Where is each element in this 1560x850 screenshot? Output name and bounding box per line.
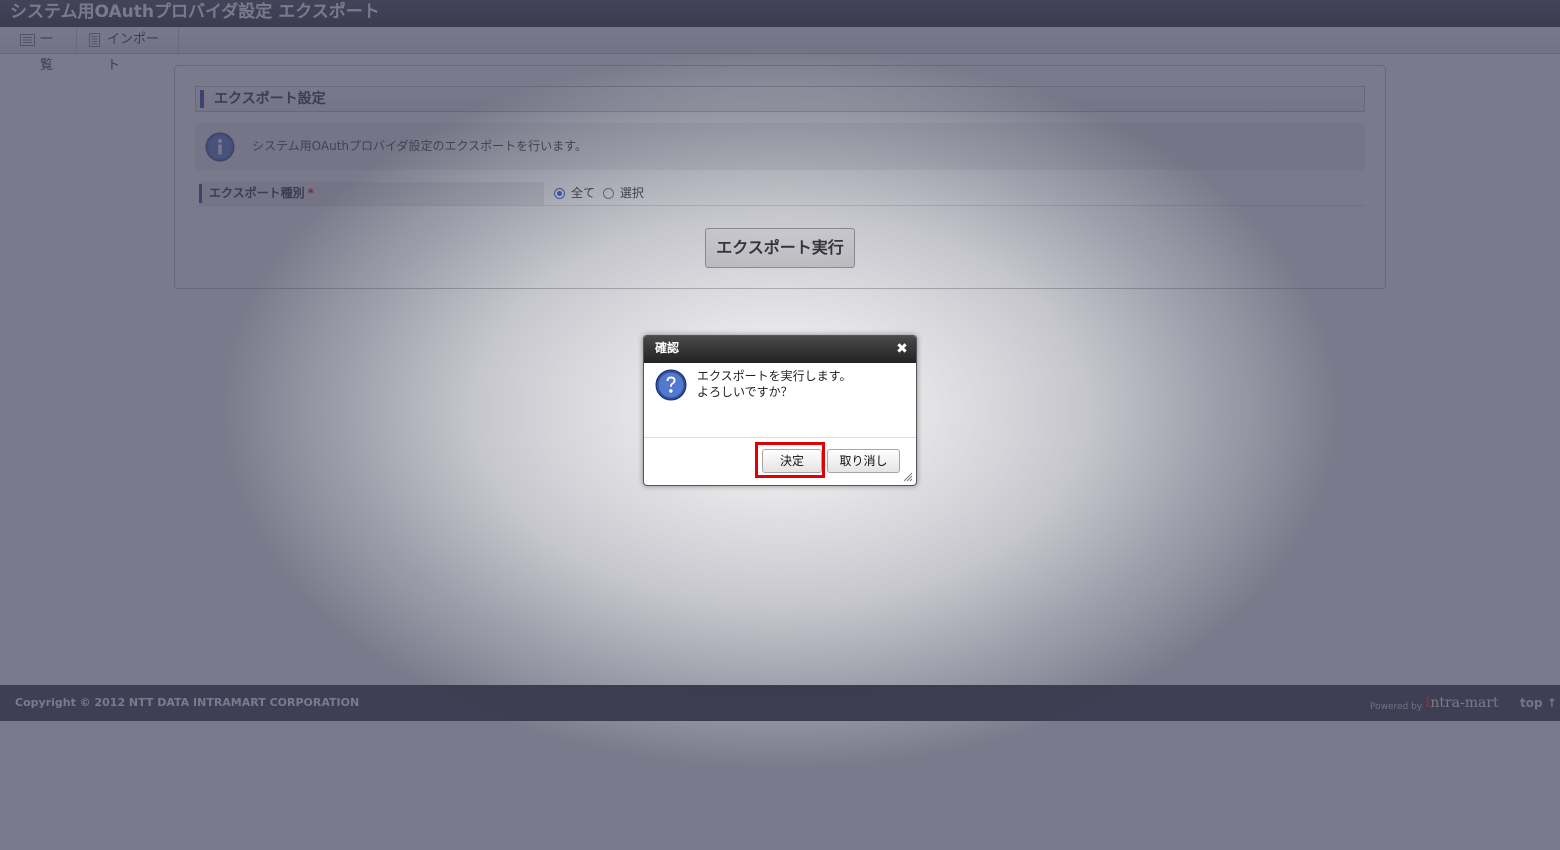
radio-all-label[interactable]: 全て [571, 186, 595, 200]
section-title: エクスポート設定 [195, 86, 1365, 112]
toolbar-import-button[interactable]: インポート [77, 27, 179, 73]
toolbar-import-label: インポート [107, 32, 160, 73]
toolbar-list-label: 一覧 [40, 32, 54, 73]
resize-grip-icon[interactable] [903, 472, 913, 482]
list-icon [20, 34, 35, 46]
cancel-button[interactable]: 取り消し [827, 449, 900, 473]
radio-all[interactable] [554, 188, 565, 199]
copyright-text: Copyright © 2012 NTT DATA INTRAMART CORP… [15, 696, 360, 709]
page: システム用OAuthプロバイダ設定 エクスポート 一覧 インポート エクスポート… [0, 0, 1560, 850]
export-type-label: エクスポート種別 * [199, 182, 544, 205]
page-title: システム用OAuthプロバイダ設定 エクスポート [0, 0, 1560, 27]
question-icon [655, 369, 687, 401]
dialog-divider [644, 437, 916, 438]
dialog-message: エクスポートを実行します。 よろしいですか？ [697, 368, 851, 400]
confirm-dialog: 確認 ✖ エクスポートを実行します。 よろしいですか？ 決定 取り消し [643, 335, 917, 486]
radio-select[interactable] [602, 188, 614, 199]
toolbar: 一覧 インポート [0, 27, 1560, 73]
info-box: システム用OAuthプロバイダ設定のエクスポートを行います。 [195, 123, 1365, 170]
dialog-titlebar[interactable]: 確認 [644, 336, 916, 363]
export-settings-card: エクスポート設定 システム用OAuthプロバイダ設定のエクスポートを行います。 … [174, 65, 1386, 289]
info-text: システム用OAuthプロバイダ設定のエクスポートを行います。 [252, 139, 587, 153]
dialog-message-line2: よろしいですか？ [697, 385, 793, 399]
dialog-message-line1: エクスポートを実行します。 [697, 369, 852, 383]
export-type-options: 全て 選択 [554, 182, 648, 205]
toolbar-list-button[interactable]: 一覧 [10, 27, 77, 73]
dialog-title: 確認 [655, 341, 680, 355]
export-execute-button[interactable]: エクスポート実行 [705, 228, 855, 268]
export-type-label-text: エクスポート種別 [209, 186, 305, 200]
export-type-row: エクスポート種別 * 全て 選択 [199, 182, 1365, 206]
info-icon [205, 132, 235, 162]
intra-mart-logo: intra-mart [1425, 695, 1499, 711]
radio-select-label[interactable]: 選択 [620, 186, 644, 200]
required-mark: * [307, 186, 314, 200]
import-icon [89, 33, 100, 47]
powered-by-text: Powered by [1370, 702, 1423, 712]
brand-text: ntra-mart [1430, 695, 1499, 711]
close-icon[interactable]: ✖ [896, 342, 908, 356]
ok-button[interactable]: 決定 [762, 449, 822, 473]
footer: Copyright © 2012 NTT DATA INTRAMART CORP… [0, 685, 1560, 721]
top-link[interactable]: top ↑ [1520, 685, 1557, 721]
